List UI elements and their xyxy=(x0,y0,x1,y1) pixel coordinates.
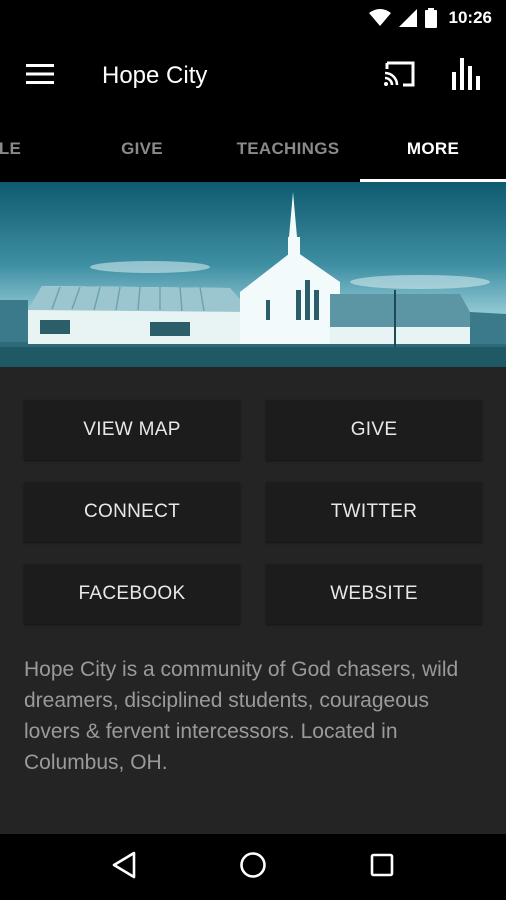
cast-button[interactable] xyxy=(378,54,422,98)
twitter-button[interactable]: TWITTER xyxy=(266,482,482,542)
hamburger-menu-icon xyxy=(26,63,54,90)
stats-button[interactable] xyxy=(444,54,488,98)
wifi-icon xyxy=(368,9,391,27)
menu-button[interactable] xyxy=(0,36,80,116)
tab-teachings[interactable]: TEACHINGS xyxy=(216,116,360,182)
church-header-image xyxy=(0,182,506,367)
cast-icon xyxy=(383,60,417,93)
connect-button[interactable]: CONNECT xyxy=(24,482,240,542)
tab-more[interactable]: MORE xyxy=(360,116,506,182)
home-button[interactable] xyxy=(223,837,283,897)
facebook-button[interactable]: FACEBOOK xyxy=(24,564,240,624)
back-icon xyxy=(111,851,137,884)
cell-signal-icon xyxy=(398,9,417,27)
recents-button[interactable] xyxy=(352,837,412,897)
status-time: 10:26 xyxy=(448,8,492,27)
app-title: Hope City xyxy=(102,62,208,89)
back-button[interactable] xyxy=(94,837,154,897)
action-button-grid: VIEW MAP GIVE CONNECT TWITTER FACEBOOK W… xyxy=(24,400,482,624)
give-button[interactable]: GIVE xyxy=(266,400,482,460)
home-icon xyxy=(239,851,267,884)
tab-give[interactable]: GIVE xyxy=(72,116,212,182)
tab-bar: LE GIVE TEACHINGS MORE xyxy=(0,116,506,182)
system-nav-bar xyxy=(0,834,506,900)
bar-chart-icon xyxy=(452,57,480,95)
battery-icon xyxy=(424,8,437,28)
status-bar: 10:26 xyxy=(0,0,506,36)
recents-icon xyxy=(370,853,394,882)
website-button[interactable]: WEBSITE xyxy=(266,564,482,624)
app-bar: Hope City xyxy=(0,36,506,116)
church-description: Hope City is a community of God chasers,… xyxy=(24,658,459,774)
view-map-button[interactable]: VIEW MAP xyxy=(24,400,240,460)
tab-schedule[interactable]: LE xyxy=(0,116,40,182)
